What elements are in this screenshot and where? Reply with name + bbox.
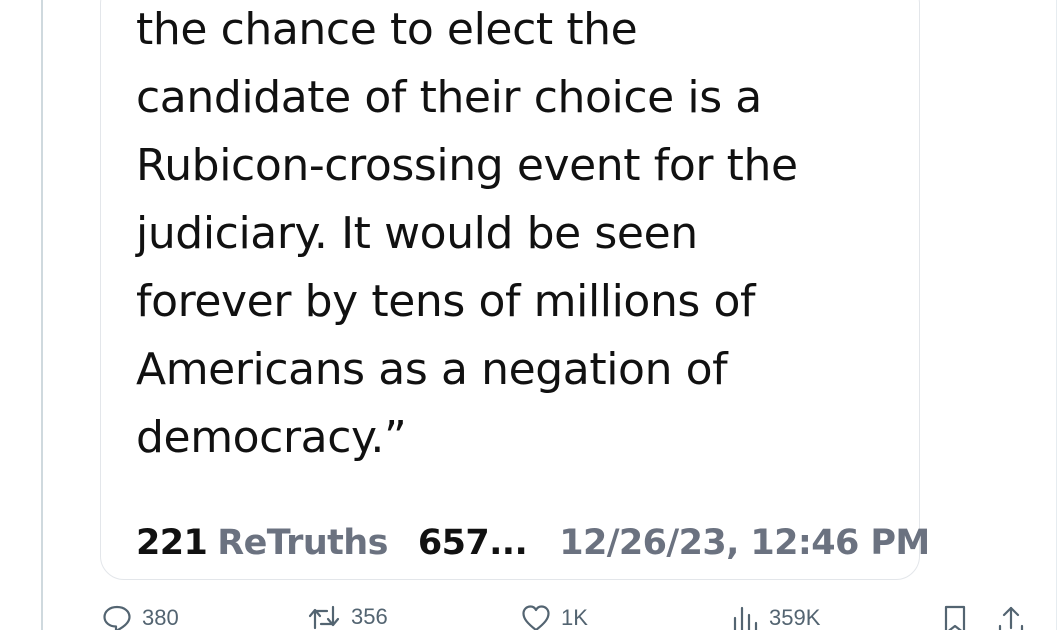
share-button[interactable] (997, 604, 1025, 630)
post-timestamp: 12/26/23, 12:46 PM (559, 523, 930, 563)
retruths-count[interactable]: 221 (136, 523, 208, 563)
post-body-line: judiciary. It would be seen (136, 208, 698, 259)
post-body-line: the chance to elect the (136, 4, 638, 55)
post-body: the chance to elect the candidate of the… (136, 0, 896, 472)
reply-button[interactable]: 380 (102, 604, 179, 630)
views-count: 359K (769, 605, 821, 630)
reply-icon (102, 604, 132, 630)
post-body-line: candidate of their choice is a (136, 72, 762, 123)
repost-icon (307, 604, 341, 630)
like-button[interactable]: 1K (521, 604, 588, 630)
column-divider (1056, 0, 1057, 630)
views-icon (731, 604, 759, 630)
action-bar: 380 356 1K 359K (0, 600, 1064, 630)
bookmark-icon (942, 604, 968, 630)
retruths-label[interactable]: ReTruths (217, 523, 388, 563)
like-icon (521, 604, 551, 630)
share-icon (997, 604, 1025, 630)
post-body-line: democracy.” (136, 412, 407, 463)
views-button[interactable]: 359K (731, 604, 820, 630)
post-meta: 221 ReTruths 657... 12/26/23, 12:46 PM (136, 518, 930, 568)
repost-count: 356 (351, 604, 388, 629)
post-body-line: forever by tens of millions of (136, 276, 756, 327)
thread-line (41, 0, 43, 630)
repost-button[interactable]: 356 (307, 604, 388, 630)
like-count: 1K (561, 605, 588, 630)
post-body-line: Rubicon-crossing event for the (136, 140, 798, 191)
post-body-line: Americans as a negation of (136, 344, 728, 395)
bookmark-button[interactable] (942, 604, 968, 630)
reply-count: 380 (142, 605, 179, 630)
likes-count[interactable]: 657... (418, 523, 528, 563)
